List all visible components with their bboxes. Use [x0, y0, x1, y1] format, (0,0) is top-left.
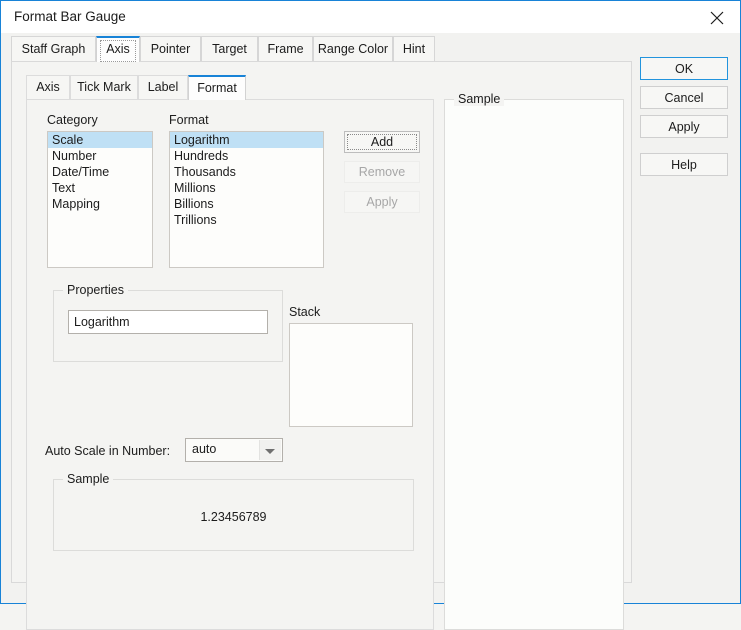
focus-outline	[347, 134, 417, 150]
list-item[interactable]: Text	[48, 180, 152, 196]
sample-label: Sample	[63, 472, 114, 486]
tab-range-color[interactable]: Range Color	[313, 36, 393, 62]
properties-label: Properties	[63, 283, 128, 297]
tab-label: Hint	[402, 42, 426, 56]
sample-label: Sample	[454, 92, 505, 106]
sample-value: 1.23456789	[200, 510, 267, 524]
list-item[interactable]: Scale	[48, 132, 152, 148]
category-listbox[interactable]: Scale Number Date/Time Text Mapping	[47, 131, 153, 268]
button-label: OK	[674, 61, 694, 76]
properties-group: Properties Logarithm	[53, 283, 283, 362]
format-tab-page: Category Scale Number Date/Time Text Map…	[26, 99, 434, 630]
tab-focus-outline	[100, 40, 136, 62]
stack-listbox[interactable]	[289, 323, 413, 427]
list-item[interactable]: Thousands	[170, 164, 323, 180]
tab-hint[interactable]: Hint	[393, 36, 435, 62]
tab-label: Range Color	[317, 42, 389, 56]
outer-tab-strip: Staff Graph Axis Pointer Target Frame Ra…	[11, 36, 726, 62]
list-item[interactable]: Trillions	[170, 212, 323, 228]
ok-button[interactable]: OK	[640, 57, 728, 80]
category-label: Category	[47, 113, 98, 127]
inner-tab-axis[interactable]: Axis	[26, 75, 70, 100]
inner-tab-label[interactable]: Label	[138, 75, 188, 100]
add-button[interactable]: Add	[344, 131, 420, 153]
help-button[interactable]: Help	[640, 153, 728, 176]
close-icon[interactable]	[695, 1, 740, 31]
tab-axis[interactable]: Axis	[96, 36, 140, 62]
button-label: Help	[671, 157, 697, 172]
list-item[interactable]: Hundreds	[170, 148, 323, 164]
list-item[interactable]: Mapping	[48, 196, 152, 212]
dialog-window: Format Bar Gauge Staff Graph Axis Pointe…	[0, 0, 741, 630]
list-item[interactable]: Millions	[170, 180, 323, 196]
tab-label: Tick Mark	[77, 80, 131, 94]
cancel-button[interactable]: Cancel	[640, 86, 728, 109]
chevron-glyph	[265, 449, 275, 454]
tab-label: Frame	[267, 42, 304, 56]
window-title: Format Bar Gauge	[14, 9, 126, 24]
axis-tab-page: Axis Tick Mark Label Format Category Sca…	[11, 61, 632, 630]
title-bar: Format Bar Gauge	[1, 1, 740, 33]
tab-label: Staff Graph	[21, 42, 86, 56]
close-glyph	[710, 11, 724, 25]
tab-frame[interactable]: Frame	[258, 36, 313, 62]
sample-group-left: Sample 1.23456789	[53, 472, 414, 551]
auto-scale-combobox[interactable]: auto	[185, 438, 283, 462]
button-label: Cancel	[664, 90, 704, 105]
combobox-value: auto	[192, 442, 217, 456]
auto-scale-label: Auto Scale in Number:	[45, 444, 171, 458]
sample-group-right: Sample	[444, 92, 624, 630]
stack-label: Stack	[289, 305, 321, 319]
list-item[interactable]: Date/Time	[48, 164, 152, 180]
inner-tab-format[interactable]: Format	[188, 75, 246, 100]
format-listbox[interactable]: Logarithm Hundreds Thousands Millions Bi…	[169, 131, 324, 268]
apply-button[interactable]: Apply	[640, 115, 728, 138]
properties-input[interactable]: Logarithm	[68, 310, 268, 334]
tab-label: Target	[212, 42, 247, 56]
tab-target[interactable]: Target	[201, 36, 258, 62]
apply-format-button: Apply	[344, 191, 420, 213]
button-label: Apply	[366, 195, 398, 209]
chevron-down-icon[interactable]	[259, 440, 281, 460]
tab-staff-graph[interactable]: Staff Graph	[11, 36, 96, 62]
button-label: Remove	[358, 165, 406, 179]
list-item[interactable]: Number	[48, 148, 152, 164]
tab-label: Format	[197, 81, 237, 95]
tab-pointer[interactable]: Pointer	[140, 36, 201, 62]
button-label: Apply	[668, 119, 700, 134]
list-item[interactable]: Billions	[170, 196, 323, 212]
inner-tab-tick-mark[interactable]: Tick Mark	[70, 75, 138, 100]
remove-button: Remove	[344, 161, 420, 183]
tab-label: Pointer	[150, 42, 191, 56]
list-item[interactable]: Logarithm	[170, 132, 323, 148]
tab-label: Label	[147, 80, 179, 94]
tab-label: Axis	[36, 80, 60, 94]
format-label: Format	[169, 113, 209, 127]
